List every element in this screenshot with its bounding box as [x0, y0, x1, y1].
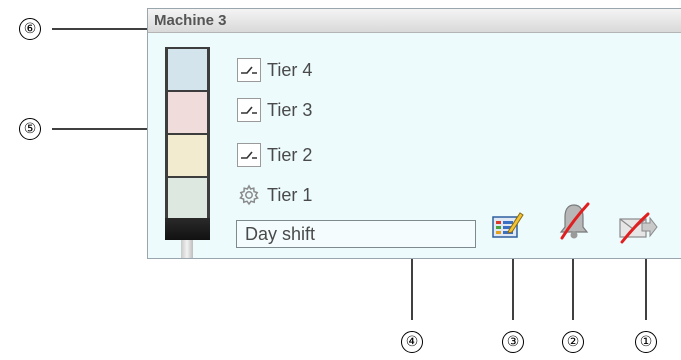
- panel-titlebar: Machine 3: [148, 9, 681, 33]
- tier-label: Tier 2: [267, 144, 313, 165]
- callout-4: ④: [401, 331, 423, 353]
- tower-segment-tier-3: [165, 90, 210, 135]
- tower-pole: [181, 240, 193, 258]
- machine-panel: Machine 3 Tier 4 Tier 3 Tier 2 Tier 1 Da…: [147, 8, 681, 259]
- send-mail-disabled-icon[interactable]: [618, 212, 658, 249]
- alarm-bell-disabled-icon[interactable]: [557, 201, 591, 246]
- tower-base: [165, 218, 210, 240]
- callout-3: ③: [502, 331, 524, 353]
- callout-1: ①: [635, 331, 657, 353]
- tower-segment-tier-2: [165, 133, 210, 178]
- edit-report-icon[interactable]: [492, 210, 524, 245]
- panel-title: Machine 3: [154, 12, 227, 29]
- callout-5: ⑤: [19, 118, 41, 140]
- callout-2: ②: [562, 331, 584, 353]
- tier-label: Tier 1: [267, 184, 313, 205]
- tier-row-2[interactable]: Tier 2: [237, 142, 312, 168]
- callout-6: ⑥: [19, 18, 41, 40]
- shift-input[interactable]: [236, 220, 476, 248]
- tier-row-4[interactable]: Tier 4: [237, 57, 312, 83]
- tower-segment-tier-4: [165, 47, 210, 92]
- gear-icon[interactable]: [237, 183, 261, 207]
- switch-icon[interactable]: [237, 143, 261, 167]
- signal-tower: [165, 47, 210, 258]
- switch-icon[interactable]: [237, 58, 261, 82]
- switch-icon[interactable]: [237, 98, 261, 122]
- tier-row-3[interactable]: Tier 3: [237, 97, 312, 123]
- tier-label: Tier 3: [267, 99, 313, 120]
- tower-segment-tier-1: [165, 176, 210, 220]
- tier-row-1[interactable]: Tier 1: [237, 182, 312, 208]
- tier-label: Tier 4: [267, 59, 313, 80]
